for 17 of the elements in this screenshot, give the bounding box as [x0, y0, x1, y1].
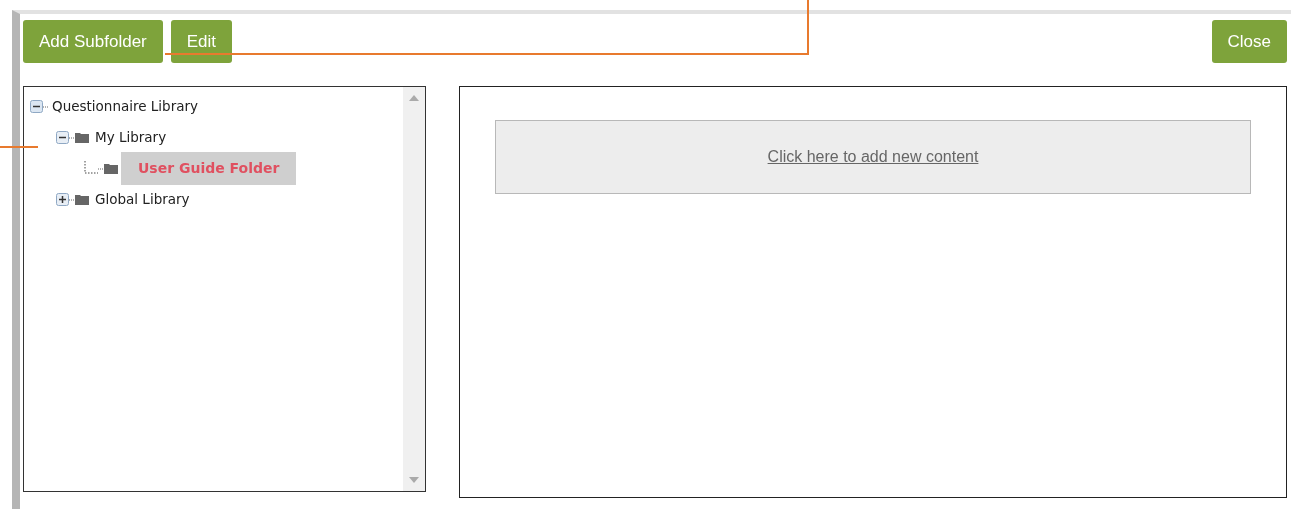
add-subfolder-button[interactable]: Add Subfolder	[23, 20, 163, 63]
collapse-icon[interactable]	[30, 100, 43, 113]
connector-line	[43, 105, 49, 108]
leader-line	[0, 146, 39, 148]
tree-item[interactable]: Questionnaire Library	[49, 96, 201, 117]
folder-icon	[75, 132, 89, 143]
collapse-icon[interactable]	[56, 131, 69, 144]
connector-line	[69, 198, 75, 201]
tree-item[interactable]: My Library	[92, 127, 170, 148]
tree-item[interactable]: Global Library	[92, 189, 193, 210]
folder-icon	[104, 163, 118, 174]
edit-button[interactable]: Edit	[170, 20, 233, 63]
folder-icon	[75, 194, 89, 205]
expand-icon[interactable]	[56, 193, 69, 206]
connector-line	[69, 136, 75, 139]
close-button[interactable]: Close	[1211, 20, 1287, 63]
add-content-link[interactable]: Click here to add new content	[767, 145, 979, 169]
